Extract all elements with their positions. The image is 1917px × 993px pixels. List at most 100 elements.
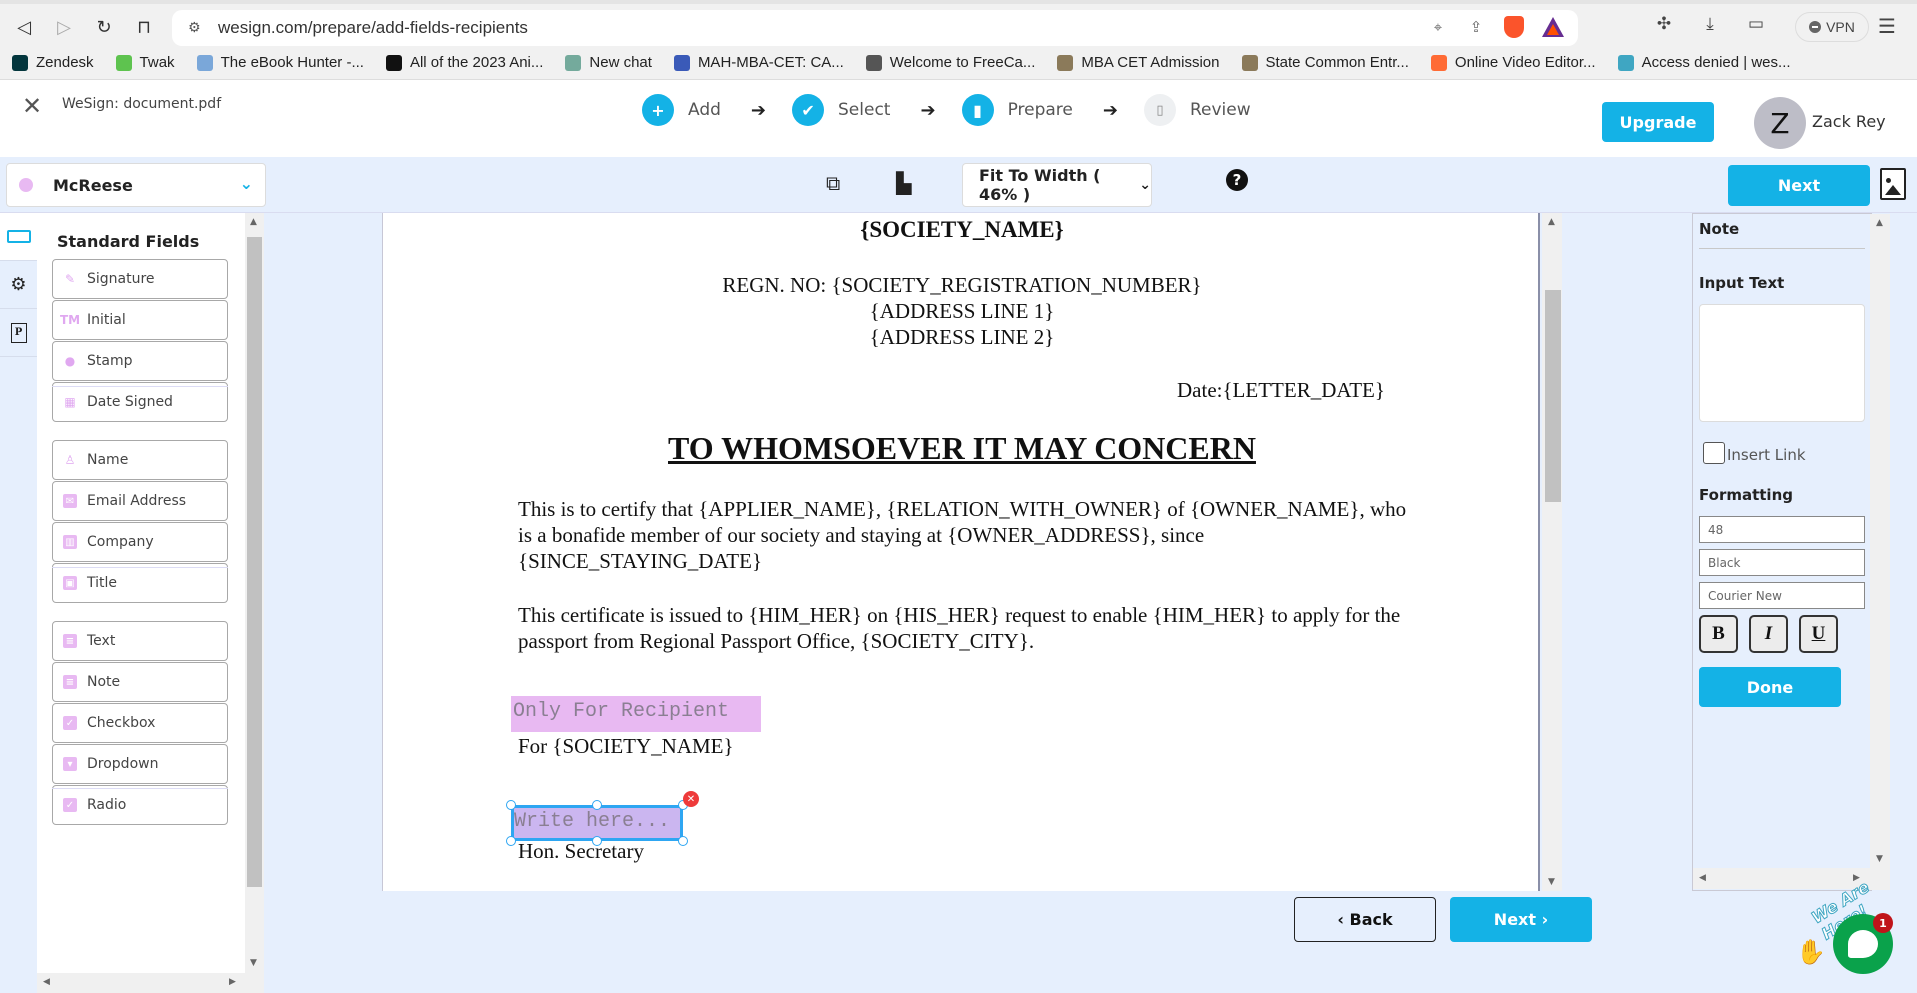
user-name[interactable]: Zack Rey [1812, 112, 1886, 131]
scroll-up-icon[interactable]: ▲ [250, 217, 257, 227]
field-label: Stamp [87, 353, 133, 369]
zoom-select[interactable]: Fit To Width ( 46% ) ⌄ [962, 163, 1152, 207]
tab-pages[interactable]: P [0, 309, 37, 357]
plus-circle-icon: + [642, 94, 674, 126]
scroll-up-icon[interactable]: ▲ [1548, 217, 1555, 227]
document-scrollbar[interactable]: ▲ ▼ [1542, 213, 1562, 891]
field-date-signed[interactable]: ▦ Date Signed [52, 382, 228, 422]
brave-rewards-icon[interactable] [1542, 17, 1564, 37]
done-button[interactable]: Done [1699, 667, 1841, 707]
menu-icon[interactable]: ☰ [1878, 14, 1896, 38]
tab-settings[interactable]: ⚙ [0, 261, 37, 309]
field-radio[interactable]: ✓ Radio [52, 785, 228, 825]
doc-paragraph-2: This certificate is issued to {HIM_HER} … [518, 603, 1401, 653]
fields-hscrollbar[interactable]: ◀ ▶ [37, 973, 264, 993]
download-icon[interactable]: ⤓ [1698, 12, 1722, 36]
url-text[interactable]: wesign.com/prepare/add-fields-recipients [218, 18, 528, 38]
back-nav-icon[interactable]: ◁ [10, 13, 38, 41]
building-icon: ▥ [63, 535, 77, 549]
bookmark-item[interactable]: State Common Entr... [1241, 54, 1409, 71]
recipient-select[interactable]: McReese ⌄ [6, 163, 266, 207]
field-name[interactable]: ♙ Name [52, 440, 228, 480]
upgrade-button[interactable]: Upgrade [1602, 102, 1714, 142]
insert-link-option[interactable]: Insert Link [1703, 442, 1806, 464]
step-prepare[interactable]: ▮ Prepare [961, 94, 1073, 126]
share-icon[interactable]: ⇪ [1466, 17, 1486, 37]
bold-button[interactable]: B [1699, 615, 1738, 653]
document-page[interactable]: {SOCIETY_NAME} REGN. NO: {SOCIETY_REGIST… [382, 213, 1540, 891]
step-add[interactable]: + Add [642, 94, 721, 126]
extensions-icon[interactable]: ✣ [1652, 12, 1676, 36]
scroll-left-icon[interactable]: ◀ [1699, 873, 1706, 883]
back-button[interactable]: ‹ Back [1294, 897, 1436, 942]
bookmark-item[interactable]: New chat [565, 54, 652, 71]
font-input[interactable]: Courier New [1699, 582, 1865, 609]
properties-scrollbar[interactable]: ▲ ▼ [1870, 214, 1890, 890]
bookmark-item[interactable]: MBA CET Admission [1057, 54, 1220, 71]
bookmark-item[interactable]: MAH-MBA-CET: CA... [673, 54, 844, 71]
vpn-button[interactable]: VPN [1795, 12, 1869, 42]
bookmark-item[interactable]: The eBook Hunter -... [196, 54, 364, 71]
resize-handle[interactable] [506, 800, 516, 810]
scroll-left-icon[interactable]: ◀ [43, 977, 50, 987]
scroll-up-icon[interactable]: ▲ [1876, 218, 1883, 228]
delete-field-icon[interactable]: ✕ [683, 791, 699, 807]
copy-pages-icon[interactable]: ⧉ [826, 171, 840, 195]
field-note[interactable]: ≡ Note [52, 662, 228, 702]
color-input[interactable]: Black [1699, 549, 1865, 576]
location-blocked-icon[interactable]: ⌖ [1428, 17, 1448, 37]
insert-link-checkbox[interactable] [1703, 442, 1725, 464]
resize-handle[interactable] [678, 836, 688, 846]
scroll-down-icon[interactable]: ▼ [250, 958, 257, 968]
forward-nav-icon[interactable]: ▷ [50, 13, 78, 41]
field-initial[interactable]: TM Initial [52, 300, 228, 340]
bookmark-icon[interactable]: ⊓ [130, 13, 158, 41]
arrow-right-icon: ➔ [750, 99, 767, 121]
field-signature[interactable]: ✎ Signature [52, 259, 228, 299]
address-bar[interactable]: ⚙ wesign.com/prepare/add-fields-recipien… [172, 10, 1578, 46]
underline-button[interactable]: U [1799, 615, 1838, 653]
scroll-right-icon[interactable]: ▶ [229, 977, 236, 987]
bookmark-item[interactable]: Welcome to FreeCa... [865, 54, 1035, 71]
close-icon[interactable]: ✕ [22, 94, 42, 118]
next-button-top[interactable]: Next [1728, 165, 1870, 206]
input-text-area[interactable] [1699, 304, 1865, 422]
field-checkbox[interactable]: ✓ Checkbox [52, 703, 228, 743]
wallet-icon[interactable]: ▭ [1744, 12, 1768, 36]
scroll-down-icon[interactable]: ▼ [1548, 877, 1555, 887]
field-email-address[interactable]: ✉ Email Address [52, 481, 228, 521]
field-stamp[interactable]: ● Stamp [52, 341, 228, 381]
scrollbar-thumb[interactable] [247, 237, 262, 887]
help-icon[interactable]: ? [1226, 169, 1248, 191]
image-file-icon[interactable] [1880, 168, 1906, 200]
step-review[interactable]: ▯ Review [1143, 94, 1251, 126]
site-settings-icon[interactable]: ⚙ [188, 20, 208, 36]
reload-icon[interactable]: ↻ [90, 13, 118, 41]
field-dropdown[interactable]: ▾ Dropdown [52, 744, 228, 784]
brave-shields-icon[interactable] [1504, 16, 1524, 38]
field-company[interactable]: ▥ Company [52, 522, 228, 562]
bookmark-label: Zendesk [36, 54, 94, 71]
bookmark-favicon-icon [673, 54, 690, 71]
field-text[interactable]: ≡ Text [52, 621, 228, 661]
recipient-only-field[interactable]: Only For Recipient [511, 696, 761, 732]
bookmark-item[interactable]: Zendesk [12, 54, 94, 71]
fields-scrollbar[interactable]: ▲ ▼ [245, 213, 264, 973]
properties-hscrollbar[interactable]: ◀ ▶ [1693, 868, 1870, 889]
font-size-input[interactable]: 48 [1699, 516, 1865, 543]
field-title[interactable]: ▣ Title [52, 563, 228, 603]
tab-fields[interactable] [0, 213, 37, 261]
bookmark-item[interactable]: All of the 2023 Ani... [385, 54, 543, 71]
scroll-down-icon[interactable]: ▼ [1876, 854, 1883, 864]
step-select[interactable]: ✔ Select [792, 94, 890, 126]
resize-handle[interactable] [506, 836, 516, 846]
scrollbar-thumb[interactable] [1545, 290, 1561, 502]
resize-handle[interactable] [592, 800, 602, 810]
bookmark-item[interactable]: Twak [115, 54, 175, 71]
paste-page-icon[interactable]: ▙ [896, 171, 911, 195]
bookmark-item[interactable]: Online Video Editor... [1430, 54, 1596, 71]
bookmark-item[interactable]: Access denied | wes... [1617, 54, 1791, 71]
next-button-bottom[interactable]: Next › [1450, 897, 1592, 942]
italic-button[interactable]: I [1749, 615, 1788, 653]
avatar[interactable]: Z [1754, 97, 1806, 149]
